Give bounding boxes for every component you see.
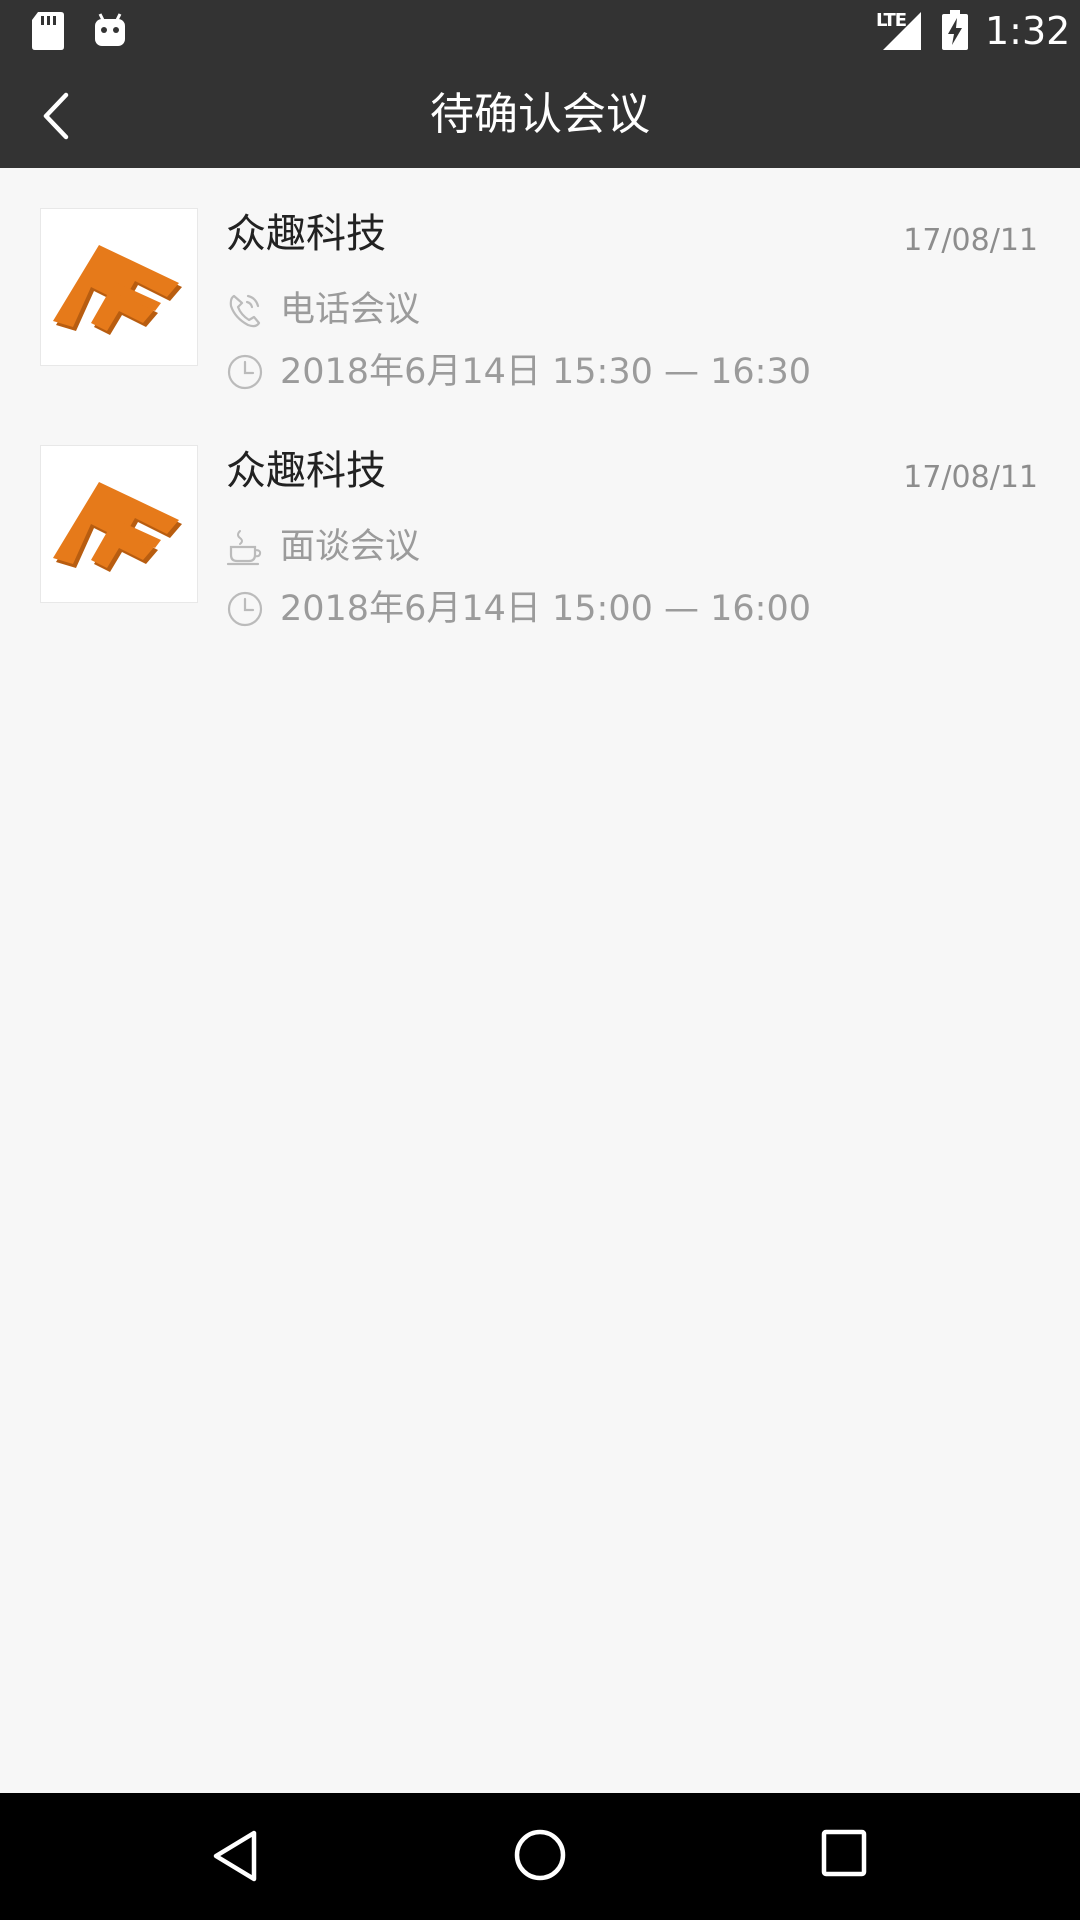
page-title: 待确认会议 (430, 89, 650, 140)
clock-icon (226, 589, 264, 633)
company-logo (40, 445, 198, 603)
company-name: 众趣科技 (226, 448, 386, 494)
meeting-created-date: 17/08/11 (903, 460, 1038, 495)
nav-recent-icon (821, 1829, 867, 1877)
meeting-list-item[interactable]: 众趣科技 17/08/11 电话会议 2018年6月14日 15:30 — 16… (0, 168, 1080, 405)
nav-back-icon (213, 1830, 257, 1882)
app-bar: 待确认会议 (0, 63, 1080, 168)
meeting-datetime: 2018年6月14日 15:00 — 16:00 (280, 589, 811, 629)
company-name: 众趣科技 (226, 211, 386, 257)
battery-charging-icon (942, 10, 968, 54)
nav-back-button[interactable] (212, 1829, 258, 1887)
phone-icon (226, 290, 264, 334)
company-logo (40, 208, 198, 366)
status-time: 1:32 (985, 9, 1071, 53)
nav-recent-button[interactable] (820, 1828, 868, 1882)
meeting-list: 众趣科技 17/08/11 电话会议 2018年6月14日 15:30 — 16… (0, 168, 1080, 642)
meeting-type: 面谈会议 (280, 527, 421, 567)
coffee-cup-icon (226, 527, 264, 571)
clock-icon (226, 352, 264, 396)
meeting-created-date: 17/08/11 (903, 223, 1038, 258)
meeting-list-item[interactable]: 众趣科技 17/08/11 面谈会议 2018年6月14日 15:00 — 16… (0, 405, 1080, 642)
nav-home-button[interactable] (513, 1828, 567, 1886)
system-nav-bar (0, 1793, 1080, 1920)
meeting-type: 电话会议 (280, 290, 421, 330)
sd-card-icon (32, 12, 64, 54)
nav-home-icon (514, 1829, 566, 1881)
status-bar: LTE 1:32 (0, 0, 1080, 63)
signal-icon (883, 12, 921, 54)
android-icon (94, 12, 126, 52)
meeting-datetime: 2018年6月14日 15:30 — 16:30 (280, 352, 811, 392)
